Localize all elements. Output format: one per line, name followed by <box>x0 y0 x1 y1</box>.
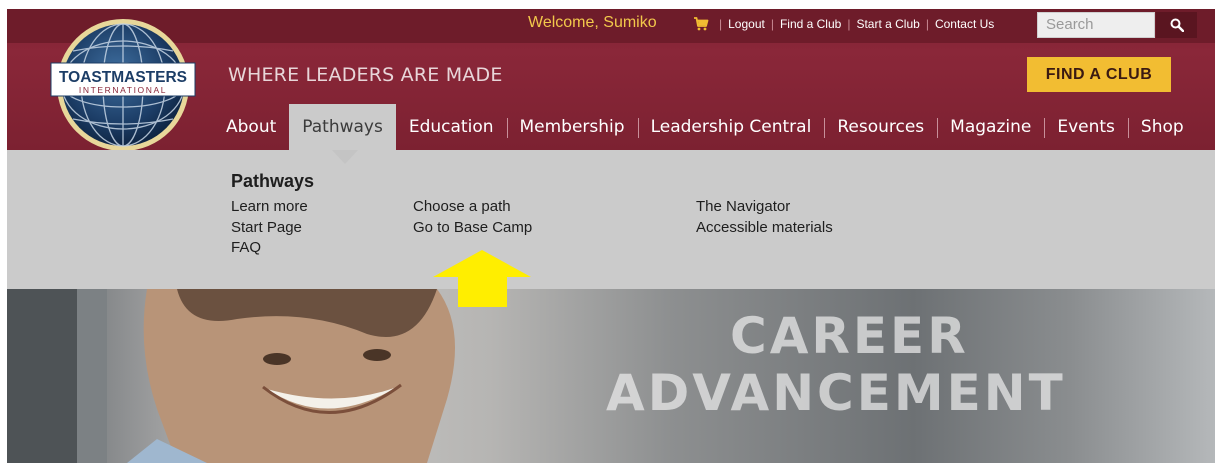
go-to-base-camp-link[interactable]: Go to Base Camp <box>413 218 532 239</box>
nav-item-education[interactable]: Education <box>396 104 507 150</box>
logo-subtext: INTERNATIONAL <box>79 85 167 95</box>
search-icon <box>1170 18 1184 32</box>
nav-item-membership[interactable]: Membership <box>506 104 638 150</box>
nav-item-pathways[interactable]: Pathways <box>289 104 396 150</box>
nav-item-events[interactable]: Events <box>1044 104 1128 150</box>
dropdown-column-1: Learn more Start Page FAQ <box>231 197 308 259</box>
search-input[interactable]: Search <box>1037 12 1155 38</box>
accessible-materials-link[interactable]: Accessible materials <box>696 218 833 239</box>
nav-item-about[interactable]: About <box>213 104 289 150</box>
separator: | <box>847 17 851 31</box>
contact-us-link[interactable]: Contact Us <box>935 17 994 31</box>
nav-item-magazine[interactable]: Magazine <box>937 104 1044 150</box>
welcome-text: Welcome, Sumiko <box>528 14 657 31</box>
logout-link[interactable]: Logout <box>728 17 765 31</box>
learn-more-link[interactable]: Learn more <box>231 197 308 218</box>
main-nav: About Pathways Education Membership Lead… <box>213 104 1197 150</box>
cart-icon[interactable] <box>693 17 709 31</box>
nav-item-resources[interactable]: Resources <box>824 104 937 150</box>
faq-link[interactable]: FAQ <box>231 238 308 259</box>
dropdown-pointer <box>332 150 358 164</box>
search-button[interactable] <box>1156 12 1197 38</box>
find-a-club-link[interactable]: Find a Club <box>780 17 841 31</box>
separator: | <box>925 17 929 31</box>
start-page-link[interactable]: Start Page <box>231 218 308 239</box>
utility-links: | Logout | Find a Club | Start a Club | … <box>713 17 994 31</box>
up-arrow-annotation-icon <box>433 250 531 307</box>
site-tagline: WHERE LEADERS ARE MADE <box>228 64 503 86</box>
dropdown-heading: Pathways <box>231 171 315 191</box>
nav-item-leadership-central[interactable]: Leadership Central <box>637 104 825 150</box>
toastmasters-globe-logo[interactable]: TOASTMASTERS INTERNATIONAL <box>48 11 198 159</box>
separator: | <box>719 17 723 31</box>
choose-a-path-link[interactable]: Choose a path <box>413 197 532 218</box>
separator: | <box>770 17 774 31</box>
hero-heading-line2: ADVANCEMENT <box>606 364 1066 422</box>
find-a-club-button[interactable]: FIND A CLUB <box>1027 57 1171 92</box>
the-navigator-link[interactable]: The Navigator <box>696 197 833 218</box>
hero-heading-line1: CAREER <box>730 307 969 365</box>
nav-item-shop[interactable]: Shop <box>1127 104 1197 150</box>
logo-wordmark: TOASTMASTERS <box>59 69 187 86</box>
pathways-dropdown-menu <box>7 150 1215 289</box>
dropdown-column-2: Choose a path Go to Base Camp <box>413 197 532 238</box>
start-a-club-link[interactable]: Start a Club <box>856 17 919 31</box>
hero-photo <box>7 289 455 463</box>
dropdown-column-3: The Navigator Accessible materials <box>696 197 833 238</box>
